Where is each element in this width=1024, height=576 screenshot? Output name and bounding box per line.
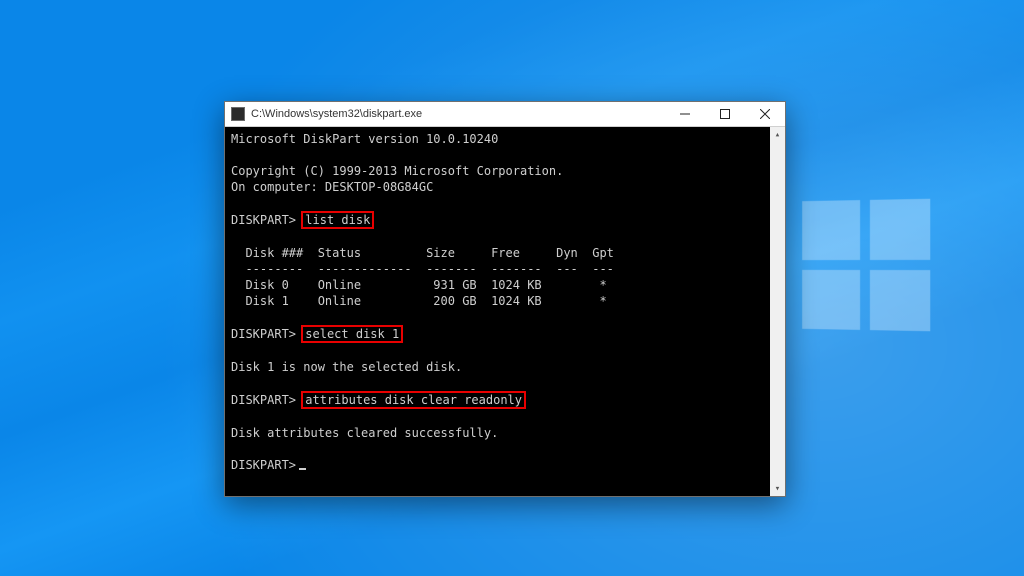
app-icon (231, 107, 245, 121)
window-title: C:\Windows\system32\diskpart.exe (251, 108, 422, 120)
vertical-scrollbar[interactable]: ▴ ▾ (770, 127, 785, 496)
console-window: C:\Windows\system32\diskpart.exe Microso… (224, 101, 786, 497)
copyright-line: Copyright (C) 1999-2013 Microsoft Corpor… (231, 163, 779, 179)
cmd-select-disk: DISKPART> select disk 1 (231, 325, 779, 343)
scroll-down-icon[interactable]: ▾ (770, 481, 785, 496)
console-output[interactable]: Microsoft DiskPart version 10.0.10240 Co… (225, 127, 785, 496)
version-line: Microsoft DiskPart version 10.0.10240 (231, 131, 779, 147)
text-cursor (299, 468, 306, 470)
highlight-attr-clear: attributes disk clear readonly (301, 391, 526, 409)
close-button[interactable] (745, 102, 785, 126)
maximize-button[interactable] (705, 102, 745, 126)
windows-logo-icon (802, 199, 930, 331)
highlight-select-disk: select disk 1 (301, 325, 403, 343)
cmd-list-disk: DISKPART> list disk (231, 211, 779, 229)
cmd-attr-clear: DISKPART> attributes disk clear readonly (231, 391, 779, 409)
scroll-up-icon[interactable]: ▴ (770, 127, 785, 142)
minimize-button[interactable] (665, 102, 705, 126)
disk-table-header: Disk ### Status Size Free Dyn Gpt (231, 245, 779, 261)
highlight-list-disk: list disk (301, 211, 374, 229)
resp-attr: Disk attributes cleared successfully. (231, 425, 779, 441)
prompt-idle: DISKPART> (231, 457, 779, 473)
disk-table-divider: -------- ------------- ------- ------- -… (231, 261, 779, 277)
resp-select: Disk 1 is now the selected disk. (231, 359, 779, 375)
disk-table-row: Disk 1 Online 200 GB 1024 KB * (231, 293, 779, 309)
titlebar[interactable]: C:\Windows\system32\diskpart.exe (225, 102, 785, 127)
computer-line: On computer: DESKTOP-08G84GC (231, 179, 779, 195)
disk-table-row: Disk 0 Online 931 GB 1024 KB * (231, 277, 779, 293)
